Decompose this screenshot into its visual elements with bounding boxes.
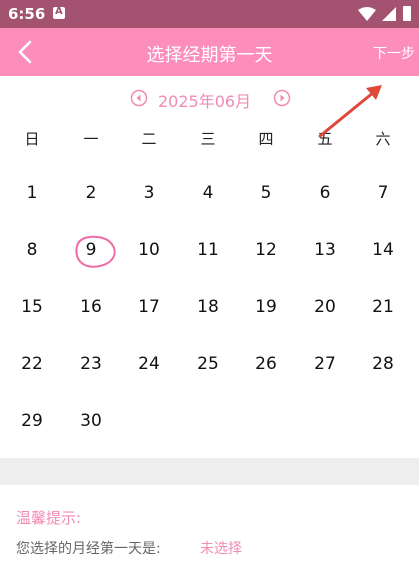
month-label: 2025年06月 xyxy=(158,92,252,111)
annotation-arrow-icon xyxy=(318,85,382,138)
status-time: 6:56 xyxy=(8,5,46,23)
calendar-day[interactable]: 30 xyxy=(62,411,120,431)
section-divider xyxy=(0,458,419,485)
next-step-button[interactable]: 下一步 xyxy=(373,43,415,63)
calendar-day[interactable]: 4 xyxy=(179,183,237,203)
calendar-day[interactable]: 25 xyxy=(179,354,237,374)
calendar-day[interactable]: 15 xyxy=(3,297,61,317)
calendar-day[interactable]: 1 xyxy=(3,183,61,203)
calendar-day[interactable]: 17 xyxy=(120,297,178,317)
status-bar: 6:56 A xyxy=(0,0,419,28)
calendar-day[interactable]: 13 xyxy=(296,240,354,260)
calendar-day[interactable]: 2 xyxy=(62,183,120,203)
calendar-day[interactable]: 26 xyxy=(237,354,295,374)
weekday-mon: 一 xyxy=(83,130,99,148)
today-marker-circle xyxy=(75,235,116,268)
calendar-day[interactable]: 21 xyxy=(354,297,412,317)
calendar-day[interactable]: 18 xyxy=(179,297,237,317)
next-month-icon[interactable] xyxy=(273,89,291,107)
battery-icon xyxy=(403,6,411,21)
calendar-day[interactable]: 24 xyxy=(120,354,178,374)
calendar-day[interactable]: 29 xyxy=(3,411,61,431)
weekday-tue: 二 xyxy=(141,130,157,148)
calendar-day[interactable]: 28 xyxy=(354,354,412,374)
calendar-day[interactable]: 8 xyxy=(3,240,61,260)
weekday-thu: 四 xyxy=(258,130,274,148)
app-toolbar: 选择经期第一天 下一步 xyxy=(0,28,419,76)
calendar-day[interactable]: 6 xyxy=(296,183,354,203)
signal-icon xyxy=(382,7,396,21)
calendar-day[interactable]: 12 xyxy=(237,240,295,260)
calendar-day[interactable]: 7 xyxy=(354,183,412,203)
calendar-day[interactable]: 16 xyxy=(62,297,120,317)
calendar-day[interactable]: 3 xyxy=(120,183,178,203)
previous-month-icon[interactable] xyxy=(130,89,148,107)
notification-icon: A xyxy=(53,6,65,19)
tip-label: 您选择的月经第一天是: xyxy=(16,541,161,557)
calendar-day[interactable]: 23 xyxy=(62,354,120,374)
calendar-day[interactable]: 27 xyxy=(296,354,354,374)
tip-title: 温馨提示: xyxy=(16,509,82,527)
calendar-day[interactable]: 20 xyxy=(296,297,354,317)
notification-letter: A xyxy=(55,6,63,17)
selected-date-value: 未选择 xyxy=(200,541,242,557)
calendar-day[interactable]: 5 xyxy=(237,183,295,203)
wifi-icon xyxy=(358,7,376,21)
calendar-day[interactable]: 22 xyxy=(3,354,61,374)
calendar-day[interactable]: 11 xyxy=(179,240,237,260)
calendar-day[interactable]: 10 xyxy=(120,240,178,260)
weekday-sun: 日 xyxy=(24,130,40,148)
weekday-wed: 三 xyxy=(200,130,216,148)
calendar-day[interactable]: 14 xyxy=(354,240,412,260)
calendar-day[interactable]: 19 xyxy=(237,297,295,317)
page-title: 选择经期第一天 xyxy=(146,45,273,66)
